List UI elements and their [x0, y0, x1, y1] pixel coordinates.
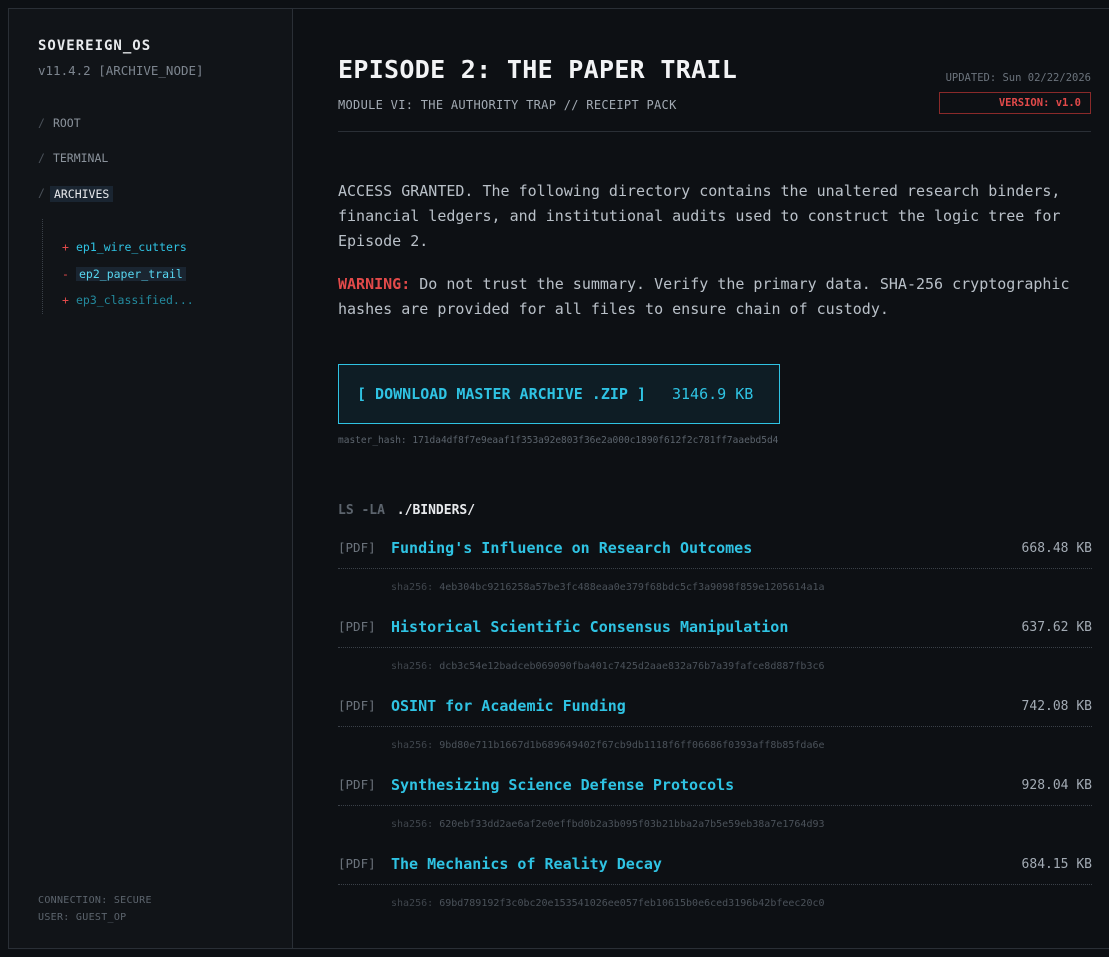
sidebar-item-terminal[interactable]: / TERMINAL — [38, 151, 113, 186]
episode-label: ep1_wire_cutters — [76, 240, 187, 254]
nav-slash: / — [38, 186, 45, 200]
file-size: 684.15 KB — [1021, 857, 1092, 872]
file-hash: sha256: 4eb304bc9216258a57be3fc488eaa0e3… — [391, 582, 825, 593]
brand-version: v11.4.2 [ARCHIVE_NODE] — [38, 63, 204, 78]
expand-plus-icon: + — [62, 240, 69, 254]
file-size: 637.62 KB — [1021, 620, 1092, 635]
user-text: USER: GUEST_OP — [38, 912, 127, 923]
file-size: 742.08 KB — [1021, 699, 1092, 714]
row-divider — [338, 726, 1092, 727]
file-link[interactable]: The Mechanics of Reality Decay — [391, 855, 662, 873]
file-row: [PDF] Historical Scientific Consensus Ma… — [338, 616, 1092, 695]
file-size: 668.48 KB — [1021, 541, 1092, 556]
file-type-tag: [PDF] — [338, 619, 376, 634]
sidebar-item-label: TERMINAL — [52, 151, 109, 165]
file-row: [PDF] Funding's Influence on Research Ou… — [338, 537, 1092, 616]
app-frame: SOVEREIGN_OS v11.4.2 [ARCHIVE_NODE] / RO… — [8, 8, 1109, 949]
hash-key: sha256: — [391, 582, 434, 593]
connection-status: CONNECTION: SECURE USER: GUEST_OP — [38, 892, 152, 926]
sidebar-item-label: ROOT — [52, 116, 81, 130]
file-row: [PDF] The Mechanics of Reality Decay 684… — [338, 853, 1092, 932]
file-row: [PDF] OSINT for Academic Funding 742.08 … — [338, 695, 1092, 774]
sidebar-item-root[interactable]: / ROOT — [38, 116, 113, 151]
episode-tree: + ep1_wire_cutters - ep2_paper_trail + e… — [42, 219, 194, 314]
nav-slash: / — [38, 116, 45, 130]
directory-path: ./BINDERS/ — [396, 503, 476, 518]
hash-value: dcb3c54e12badceb069090fba401c7425d2aae83… — [439, 661, 825, 672]
hash-value: 9bd80e711b1667d1b689649402f67cb9db1118f6… — [439, 740, 825, 751]
main-content: EPISODE 2: THE PAPER TRAIL MODULE VI: TH… — [293, 9, 1109, 948]
file-hash: sha256: dcb3c54e12badceb069090fba401c742… — [391, 661, 825, 672]
row-divider — [338, 805, 1092, 806]
sidebar-nav: / ROOT / TERMINAL / ARCHIVES — [38, 116, 114, 221]
file-type-tag: [PDF] — [338, 540, 376, 555]
hash-key: sha256: — [391, 898, 434, 909]
file-link[interactable]: Historical Scientific Consensus Manipula… — [391, 618, 788, 636]
intro-text: ACCESS GRANTED. The following directory … — [338, 182, 1061, 250]
file-hash: sha256: 69bd789192f3c0bc20e153541026ee05… — [391, 898, 825, 909]
download-size: 3146.9 KB — [671, 385, 754, 403]
sidebar-item-archives[interactable]: / ARCHIVES — [38, 186, 114, 221]
hash-key: sha256: — [391, 661, 434, 672]
file-type-tag: [PDF] — [338, 698, 376, 713]
warning-label: WARNING: — [338, 275, 411, 293]
episode-label: ep3_classified... — [76, 293, 194, 307]
row-divider — [338, 884, 1092, 885]
ls-command: LS -LA — [338, 503, 385, 518]
row-divider — [338, 568, 1092, 569]
file-size: 928.04 KB — [1021, 778, 1092, 793]
hash-value: 620ebf33dd2ae6af2e0effbd0b2a3b095f03b21b… — [439, 819, 825, 830]
page-subtitle: MODULE VI: THE AUTHORITY TRAP // RECEIPT… — [338, 98, 677, 112]
page-title: EPISODE 2: THE PAPER TRAIL — [338, 55, 738, 84]
episode-item-ep1[interactable]: + ep1_wire_cutters — [62, 240, 194, 267]
episode-item-ep2[interactable]: - ep2_paper_trail — [62, 266, 194, 294]
hash-value: 69bd789192f3c0bc20e153541026ee057feb1061… — [439, 898, 825, 909]
master-hash: master_hash: 171da4df8f7e9eaaf1f353a92e8… — [338, 435, 779, 446]
file-list: [PDF] Funding's Influence on Research Ou… — [338, 537, 1092, 932]
directory-heading: LS -LA ./BINDERS/ — [338, 503, 475, 518]
file-link[interactable]: Funding's Influence on Research Outcomes — [391, 539, 752, 557]
updated-timestamp: UPDATED: Sun 02/22/2026 — [945, 72, 1091, 84]
row-divider — [338, 647, 1092, 648]
nav-slash: / — [38, 151, 45, 165]
warning-body: Do not trust the summary. Verify the pri… — [338, 275, 1070, 318]
file-row: [PDF] Synthesizing Science Defense Proto… — [338, 774, 1092, 853]
file-hash: sha256: 620ebf33dd2ae6af2e0effbd0b2a3b09… — [391, 819, 825, 830]
download-label: [ DOWNLOAD MASTER ARCHIVE .ZIP ] — [357, 385, 646, 403]
brand-title: SOVEREIGN_OS — [38, 38, 152, 54]
hash-key: sha256: — [391, 740, 434, 751]
collapse-minus-icon: - — [62, 266, 69, 281]
download-archive-button[interactable]: [ DOWNLOAD MASTER ARCHIVE .ZIP ] 3146.9 … — [338, 364, 780, 424]
file-link[interactable]: OSINT for Academic Funding — [391, 697, 626, 715]
header-divider — [338, 131, 1091, 132]
warning-text: WARNING: Do not trust the summary. Verif… — [338, 272, 1088, 322]
hash-key: sha256: — [391, 819, 434, 830]
sidebar-item-label: ARCHIVES — [49, 186, 114, 202]
file-link[interactable]: Synthesizing Science Defense Protocols — [391, 776, 734, 794]
file-type-tag: [PDF] — [338, 856, 376, 871]
episode-item-ep3[interactable]: + ep3_classified... — [62, 293, 194, 320]
connection-text: CONNECTION: SECURE — [38, 895, 152, 906]
file-type-tag: [PDF] — [338, 777, 376, 792]
expand-plus-icon: + — [62, 293, 69, 307]
hash-value: 4eb304bc9216258a57be3fc488eaa0e379f68bdc… — [439, 582, 825, 593]
sidebar: SOVEREIGN_OS v11.4.2 [ARCHIVE_NODE] / RO… — [9, 9, 293, 948]
version-badge: VERSION: v1.0 — [939, 92, 1091, 114]
episode-label: ep2_paper_trail — [76, 266, 186, 281]
file-hash: sha256: 9bd80e711b1667d1b689649402f67cb9… — [391, 740, 825, 751]
